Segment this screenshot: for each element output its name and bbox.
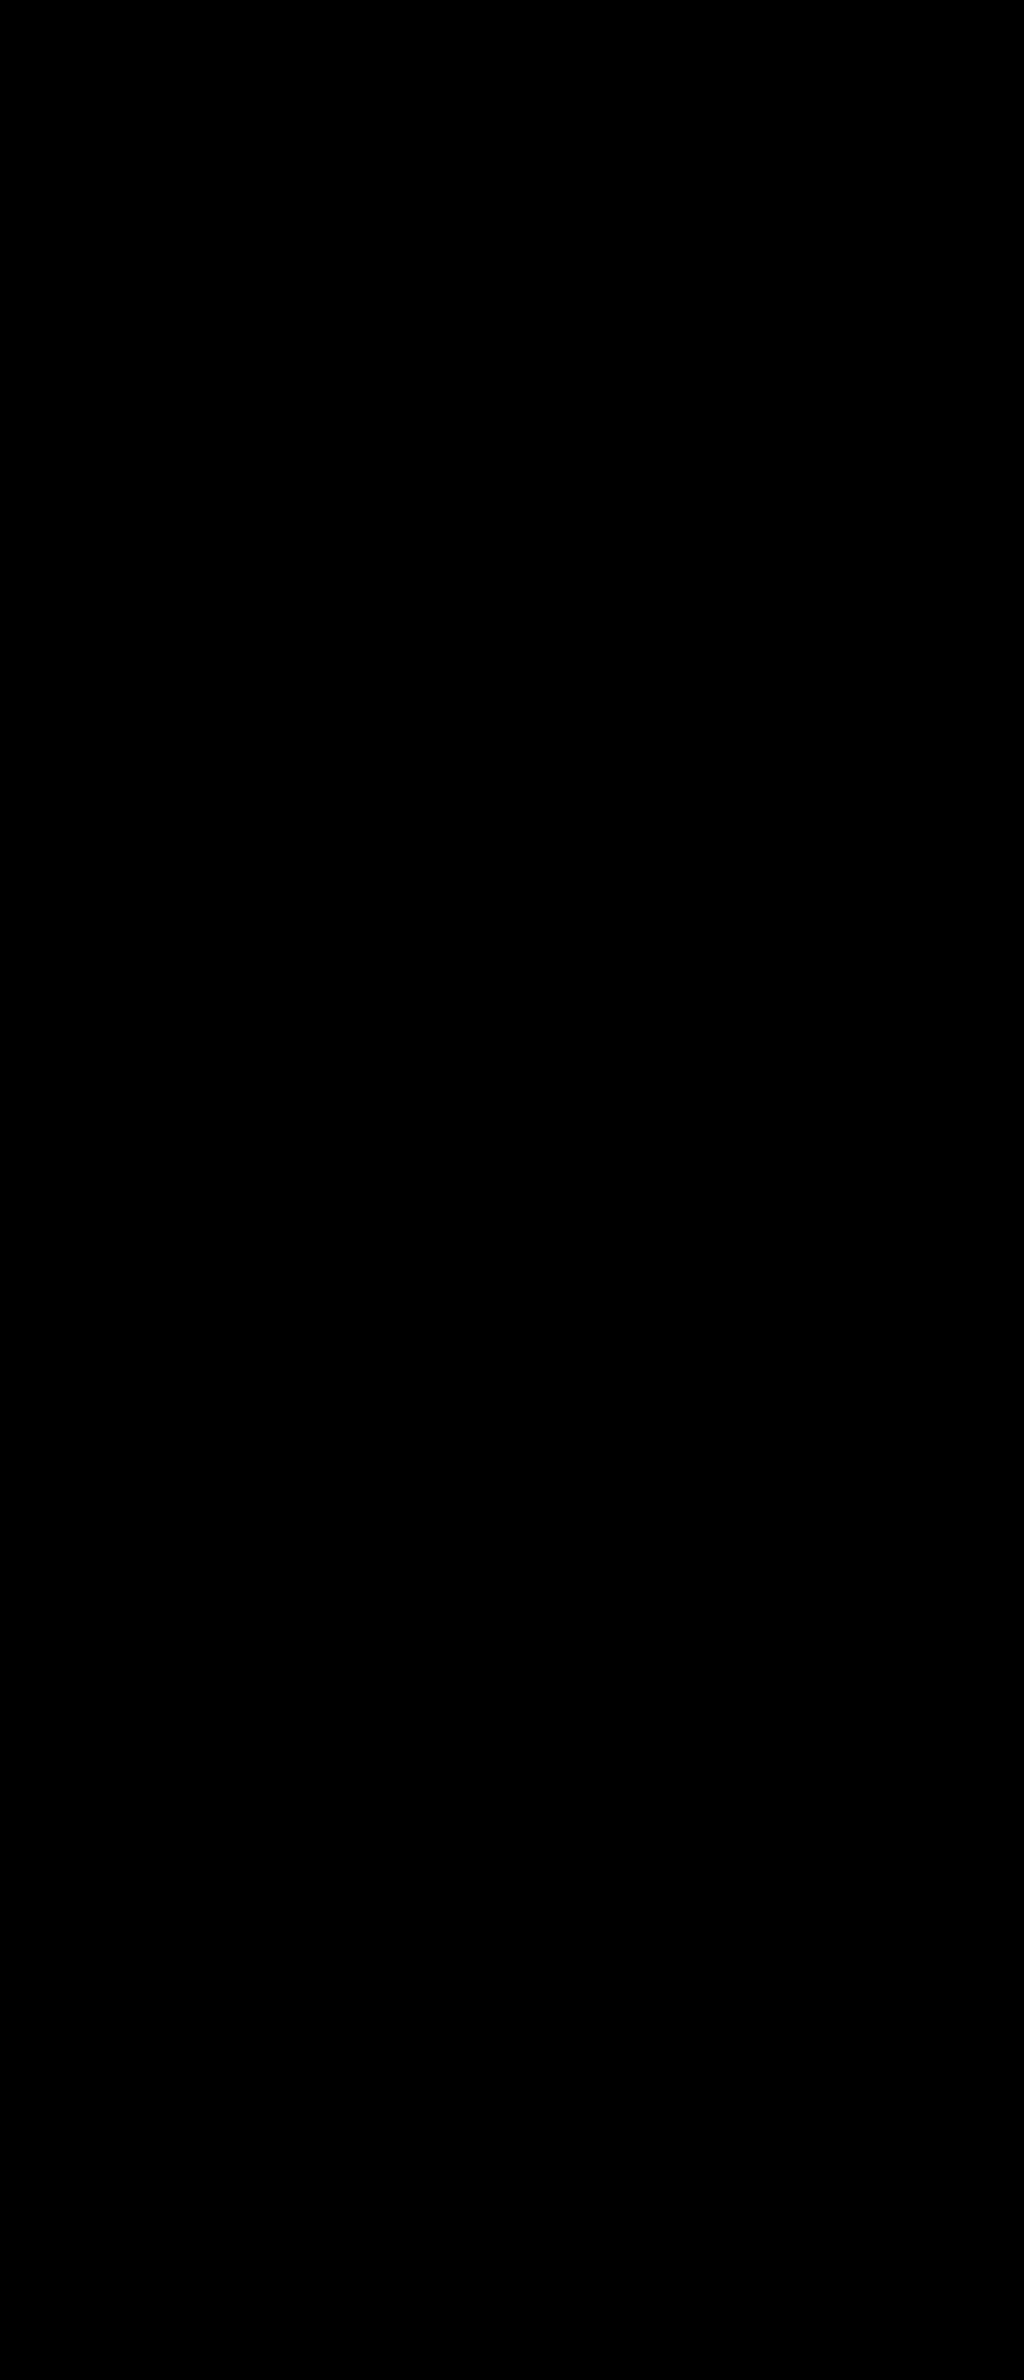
media-video-line — [0, 12, 1024, 16]
